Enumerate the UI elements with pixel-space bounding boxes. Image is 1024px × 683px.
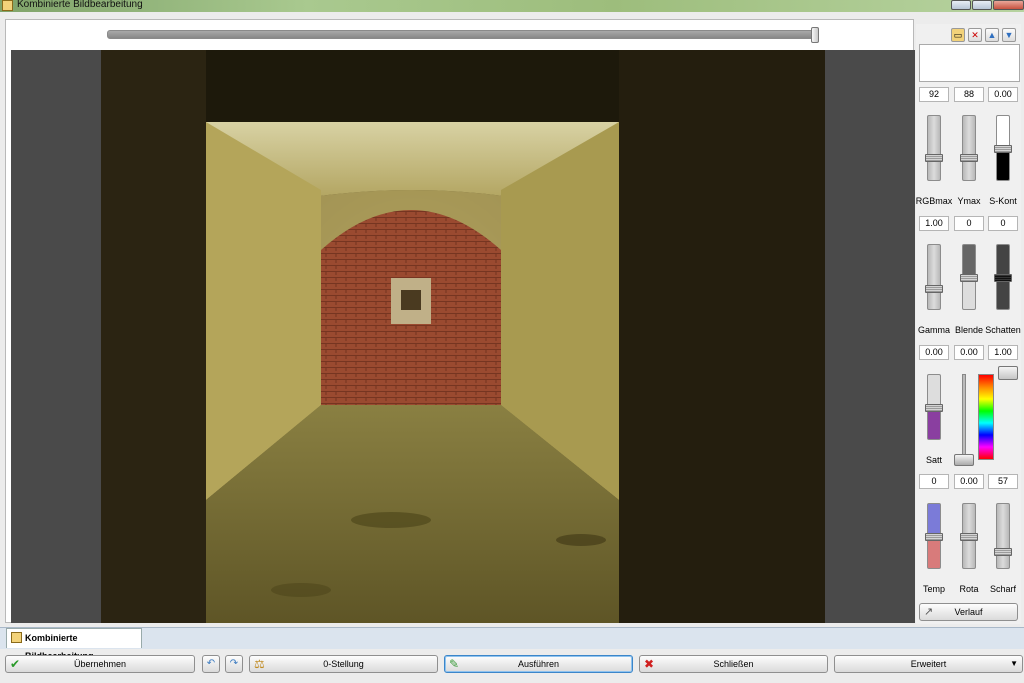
s-kont-slider-thumb[interactable] <box>994 145 1012 153</box>
undo-icon: ↶ <box>206 658 216 669</box>
satt-value[interactable]: 0.00 <box>919 345 949 360</box>
rota-slider-thumb[interactable] <box>960 533 978 541</box>
tab-kombinierte-bildbearbeitung[interactable]: Kombinierte Bildbearbeitung <box>6 628 142 661</box>
rota-slider[interactable] <box>960 503 978 569</box>
app-tab-icon <box>11 632 22 643</box>
minimize-button[interactable] <box>951 0 971 10</box>
undo-button[interactable]: ↶ <box>202 655 220 673</box>
position-slider-thumb[interactable] <box>811 27 819 43</box>
ausfuehren-button[interactable]: ✎ Ausführen <box>444 655 633 673</box>
run-icon: ✎ <box>449 657 460 671</box>
blende-slider-thumb[interactable] <box>960 274 978 282</box>
uebernehmen-button[interactable]: ✔ Übernehmen <box>5 655 195 673</box>
rgbmax-value[interactable]: 92 <box>919 87 949 102</box>
folder-icon[interactable]: ▭ <box>951 28 965 42</box>
schatten-value[interactable]: 0 <box>988 216 1018 231</box>
schatten-slider-thumb[interactable] <box>994 274 1012 282</box>
satt-slider[interactable] <box>925 374 943 440</box>
schliessen-label: Schließen <box>713 659 754 669</box>
close-icon: ✖ <box>644 657 655 671</box>
gamma-value[interactable]: 1.00 <box>919 216 949 231</box>
reset-icon: ⚖ <box>254 657 265 671</box>
s-kont-value[interactable]: 0.00 <box>988 87 1018 102</box>
redo-icon: ↷ <box>229 658 239 669</box>
check-icon: ✔ <box>10 657 21 671</box>
ymax-slider-thumb[interactable] <box>960 154 978 162</box>
position-slider-track[interactable] <box>107 30 819 39</box>
scharf-label: Scharf <box>989 584 1016 594</box>
gamma-label: Gamma <box>917 325 950 335</box>
hue-value[interactable]: 0.00 <box>954 345 984 360</box>
rgbmax-label: RGBmax <box>915 196 953 206</box>
move-up-icon[interactable]: ▲ <box>985 28 999 42</box>
hue-spectrum[interactable] <box>978 374 994 460</box>
gamma-slider[interactable] <box>925 244 943 310</box>
uebernehmen-label: Übernehmen <box>73 659 127 669</box>
tab-bar <box>0 627 1024 649</box>
s-kont-label: S-Kont <box>989 196 1017 206</box>
scharf-slider[interactable] <box>994 503 1012 569</box>
scharf-slider-thumb[interactable] <box>994 548 1012 556</box>
ausfuehren-label: Ausführen <box>517 659 560 669</box>
temp-label: Temp <box>922 584 945 594</box>
temp-slider[interactable] <box>925 503 943 569</box>
temp-value[interactable]: 0 <box>919 474 949 489</box>
title-bar: Kombinierte Bildbearbeitung <box>0 0 1024 12</box>
s-kont-slider[interactable] <box>994 115 1012 181</box>
null-stellung-button[interactable]: ⚖ 0-Stellung <box>249 655 438 673</box>
hue-lower-thumb[interactable] <box>954 454 974 466</box>
satt-label: Satt <box>925 455 942 465</box>
scharf-value[interactable]: 57 <box>988 474 1018 489</box>
maximize-button[interactable] <box>972 0 992 10</box>
blende-slider[interactable] <box>960 244 978 310</box>
null-stellung-label: 0-Stellung <box>323 659 364 669</box>
app-icon <box>2 0 13 11</box>
tunnel-photo <box>101 50 825 623</box>
satt-slider-thumb[interactable] <box>925 404 943 412</box>
verlauf-label: Verlauf <box>954 607 983 617</box>
erweitert-dropdown[interactable]: Erweitert ▼ <box>834 655 1023 673</box>
erweitert-label: Erweitert <box>910 659 947 669</box>
move-down-icon[interactable]: ▼ <box>1002 28 1016 42</box>
ymax-slider[interactable] <box>960 115 978 181</box>
verlauf-button[interactable]: ↗ Verlauf <box>919 603 1018 621</box>
rgbmax-slider[interactable] <box>925 115 943 181</box>
gradient-arrow-icon: ↗ <box>924 606 934 618</box>
hue-upper-thumb[interactable] <box>998 366 1018 380</box>
gamma-slider-thumb[interactable] <box>925 285 943 293</box>
rota-value[interactable]: 0.00 <box>954 474 984 489</box>
chevron-down-icon: ▼ <box>1010 659 1018 668</box>
redo-button[interactable]: ↷ <box>225 655 243 673</box>
ymax-value[interactable]: 88 <box>954 87 984 102</box>
schatten-label: Schatten <box>985 325 1021 335</box>
rgbmax-slider-thumb[interactable] <box>925 154 943 162</box>
hue-track[interactable] <box>962 374 966 462</box>
temp-slider-thumb[interactable] <box>925 533 943 541</box>
close-window-button[interactable] <box>993 0 1024 10</box>
preset-list[interactable] <box>919 44 1020 82</box>
schatten-slider[interactable] <box>994 244 1012 310</box>
hue-range-value[interactable]: 1.00 <box>988 345 1018 360</box>
blende-value[interactable]: 0 <box>954 216 984 231</box>
delete-icon[interactable]: ✕ <box>968 28 982 42</box>
schliessen-button[interactable]: ✖ Schließen <box>639 655 828 673</box>
photo-preview[interactable] <box>101 50 825 623</box>
window-title: Kombinierte Bildbearbeitung <box>17 0 143 10</box>
